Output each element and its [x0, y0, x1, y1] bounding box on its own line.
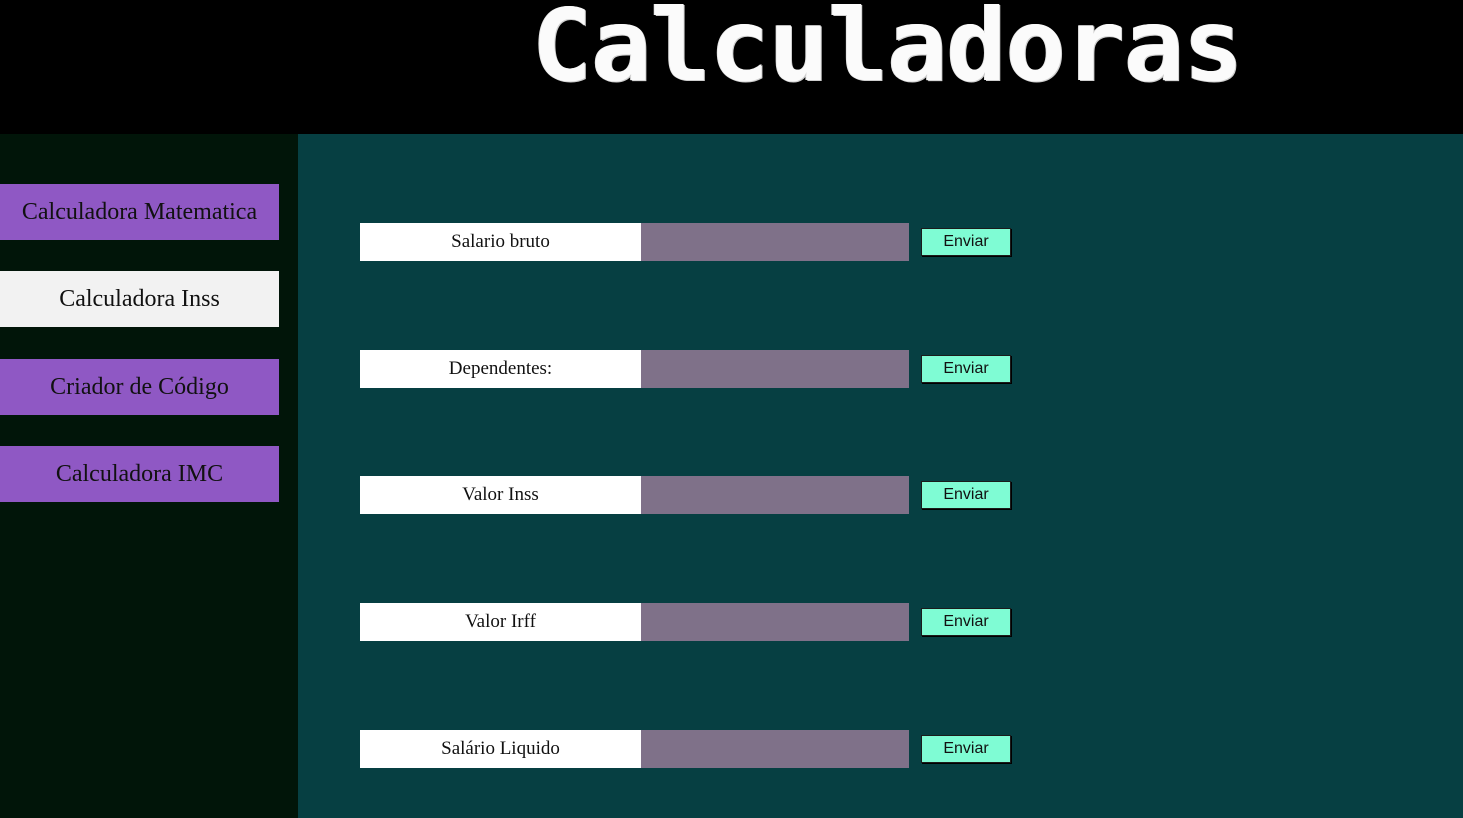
sidebar-item-calculadora-imc[interactable]: Calculadora IMC — [0, 446, 279, 502]
valor-irff-label: Valor Irff — [360, 603, 641, 641]
sidebar-item-calculadora-matematica[interactable]: Calculadora Matematica — [0, 184, 279, 240]
form-row-salario-liquido: Salário Liquido Enviar — [360, 730, 1020, 768]
valor-inss-enviar-button[interactable]: Enviar — [921, 481, 1011, 509]
valor-inss-input[interactable] — [641, 476, 909, 514]
valor-irff-input[interactable] — [641, 603, 909, 641]
sidebar-item-criador-de-codigo[interactable]: Criador de Código — [0, 359, 279, 415]
salario-bruto-input[interactable] — [641, 223, 909, 261]
valor-irff-enviar-button[interactable]: Enviar — [921, 608, 1011, 636]
form-row-dependentes: Dependentes: Enviar — [360, 350, 1020, 388]
form-row-salario-bruto: Salario bruto Enviar — [360, 223, 1020, 261]
salario-bruto-label: Salario bruto — [360, 223, 641, 261]
dependentes-input[interactable] — [641, 350, 909, 388]
sidebar-item-calculadora-inss[interactable]: Calculadora Inss — [0, 271, 279, 327]
salario-liquido-label: Salário Liquido — [360, 730, 641, 768]
salario-liquido-input[interactable] — [641, 730, 909, 768]
page-title: Calculadoras — [532, 0, 1243, 104]
form-row-valor-inss: Valor Inss Enviar — [360, 476, 1020, 514]
salario-liquido-enviar-button[interactable]: Enviar — [921, 735, 1011, 763]
dependentes-enviar-button[interactable]: Enviar — [921, 355, 1011, 383]
form-row-valor-irff: Valor Irff Enviar — [360, 603, 1020, 641]
salario-bruto-enviar-button[interactable]: Enviar — [921, 228, 1011, 256]
page-header: Calculadoras — [0, 0, 1463, 134]
valor-inss-label: Valor Inss — [360, 476, 641, 514]
sidebar: Calculadora Matematica Calculadora Inss … — [0, 134, 298, 818]
dependentes-label: Dependentes: — [360, 350, 641, 388]
